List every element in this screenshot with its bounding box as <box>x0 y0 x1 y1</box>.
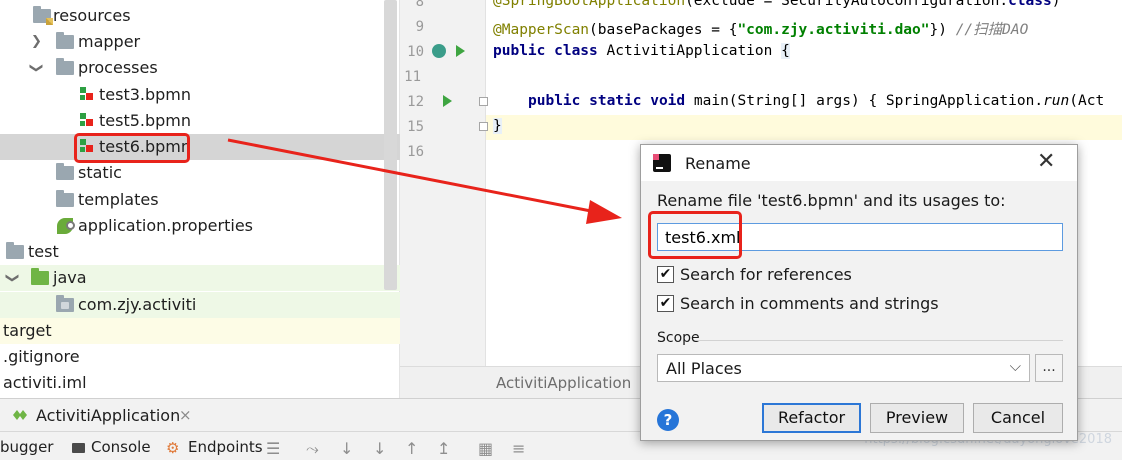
annotation-arrow <box>227 138 622 224</box>
ide-window: resources ❯ mapper ❯ processes test3.bpm… <box>0 0 1122 460</box>
